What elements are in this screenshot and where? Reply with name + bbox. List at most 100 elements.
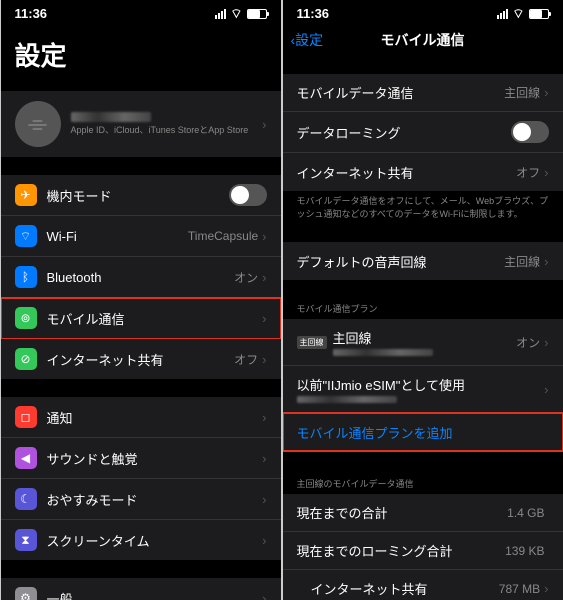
chevron-right-icon: › bbox=[544, 382, 548, 397]
chevron-right-icon: › bbox=[262, 270, 266, 285]
chevron-right-icon: › bbox=[544, 335, 548, 350]
row-value: 787 MB bbox=[499, 582, 540, 596]
row-label: モバイル通信 bbox=[47, 309, 263, 328]
row-icon: ◀ bbox=[15, 447, 37, 469]
row-label: インターネット共有 bbox=[47, 350, 235, 369]
row-icon: ᛒ bbox=[15, 266, 37, 288]
nav-title: モバイル通信 bbox=[381, 30, 465, 50]
chevron-right-icon: › bbox=[544, 165, 548, 180]
settings-row[interactable]: ☾ おやすみモード › bbox=[1, 479, 281, 520]
page-title: 設定 bbox=[1, 24, 281, 83]
profile-sub: Apple ID、iCloud、iTunes StoreとApp Store bbox=[71, 123, 253, 136]
settings-row[interactable]: ⊚ モバイル通信 › bbox=[1, 298, 281, 339]
signal-icon bbox=[497, 9, 508, 19]
chevron-right-icon: › bbox=[262, 591, 266, 600]
footer-text: モバイルデータ通信をオフにして、メール、Webブラウズ、プッシュ通知などのすべて… bbox=[283, 191, 563, 224]
row-value: 主回線 bbox=[504, 253, 540, 270]
row-value: 1.4 GB bbox=[507, 506, 544, 520]
row-label: 通知 bbox=[47, 408, 263, 427]
chevron-right-icon: › bbox=[262, 410, 266, 425]
settings-row[interactable]: ᛒ Bluetooth オン › bbox=[1, 257, 281, 298]
row-value: 139 KB bbox=[505, 544, 544, 558]
settings-row[interactable]: ✈ 機内モード bbox=[1, 175, 281, 216]
settings-row[interactable]: インターネット共有 787 MB › bbox=[283, 570, 563, 600]
settings-row[interactable]: 以前"IIJmio eSIM"として使用 › bbox=[283, 366, 563, 413]
chevron-right-icon: › bbox=[262, 117, 266, 132]
row-icon: ⧗ bbox=[15, 529, 37, 551]
row-value: 主回線 bbox=[504, 84, 540, 101]
settings-row[interactable]: ⌔ Wi-Fi TimeCapsule › bbox=[1, 216, 281, 257]
status-bar: 11:36 ⌔ bbox=[283, 0, 563, 24]
row-icon: ⊘ bbox=[15, 348, 37, 370]
settings-row[interactable]: 現在までの合計 1.4 GB bbox=[283, 494, 563, 532]
section-header: モバイル通信プラン bbox=[283, 298, 563, 319]
row-label: 機内モード bbox=[47, 186, 229, 205]
row-label: Bluetooth bbox=[47, 270, 235, 285]
battery-icon bbox=[529, 9, 549, 19]
row-label: 一般 bbox=[47, 589, 263, 600]
row-label: Wi-Fi bbox=[47, 229, 188, 244]
blurred-name bbox=[71, 112, 151, 122]
status-icons: ⌔ bbox=[497, 6, 548, 22]
apple-id-row[interactable]: ⌯ Apple ID、iCloud、iTunes StoreとApp Store… bbox=[1, 91, 281, 157]
chevron-right-icon: › bbox=[262, 311, 266, 326]
chevron-right-icon: › bbox=[262, 492, 266, 507]
chevron-right-icon: › bbox=[262, 352, 266, 367]
row-label: デフォルトの音声回線 bbox=[297, 252, 505, 271]
chevron-right-icon: › bbox=[544, 581, 548, 596]
chevron-right-icon: › bbox=[544, 85, 548, 100]
back-button[interactable]: ‹ 設定 bbox=[291, 30, 324, 50]
row-icon: ⊚ bbox=[15, 307, 37, 329]
settings-row[interactable]: ⊘ インターネット共有 オフ › bbox=[1, 339, 281, 379]
row-value: オン bbox=[516, 334, 540, 351]
settings-row[interactable]: ⧗ スクリーンタイム › bbox=[1, 520, 281, 560]
row-label: データローミング bbox=[297, 123, 511, 142]
row-label: 主回線 bbox=[333, 328, 517, 356]
chevron-right-icon: › bbox=[544, 254, 548, 269]
row-label: サウンドと触覚 bbox=[47, 449, 263, 468]
row-value: オフ bbox=[516, 164, 540, 181]
row-label: 現在までのローミング合計 bbox=[297, 541, 506, 560]
row-icon: ☾ bbox=[15, 488, 37, 510]
row-label: インターネット共有 bbox=[297, 163, 517, 182]
toggle[interactable] bbox=[229, 184, 267, 206]
row-value: オフ bbox=[234, 351, 258, 368]
settings-row[interactable]: インターネット共有 オフ › bbox=[283, 153, 563, 191]
profile-label: Apple ID、iCloud、iTunes StoreとApp Store bbox=[71, 112, 253, 136]
row-label: 以前"IIJmio eSIM"として使用 bbox=[297, 375, 545, 403]
avatar-icon: ⌯ bbox=[15, 101, 61, 147]
row-value: オン bbox=[234, 269, 258, 286]
toggle[interactable] bbox=[511, 121, 549, 143]
chevron-right-icon: › bbox=[262, 533, 266, 548]
chevron-right-icon: › bbox=[262, 229, 266, 244]
row-label: モバイルデータ通信 bbox=[297, 83, 505, 102]
row-label: インターネット共有 bbox=[311, 579, 499, 598]
time: 11:36 bbox=[297, 6, 330, 22]
row-icon: ⚙ bbox=[15, 587, 37, 600]
row-label: おやすみモード bbox=[47, 490, 263, 509]
time: 11:36 bbox=[15, 6, 48, 22]
settings-row[interactable]: モバイル通信プランを追加 bbox=[283, 413, 563, 451]
wifi-icon: ⌔ bbox=[512, 6, 524, 22]
settings-row[interactable]: デフォルトの音声回線 主回線 › bbox=[283, 242, 563, 280]
settings-row[interactable]: ⚙ 一般 › bbox=[1, 578, 281, 600]
settings-row[interactable]: モバイルデータ通信 主回線 › bbox=[283, 74, 563, 112]
settings-screen-left: 11:36 ⌔ 設定 ⌯ Apple ID、iCloud、iTunes Stor… bbox=[1, 0, 281, 600]
row-value: TimeCapsule bbox=[188, 229, 258, 243]
settings-row[interactable]: 現在までのローミング合計 139 KB bbox=[283, 532, 563, 570]
settings-row[interactable]: 主回線主回線 オン› bbox=[283, 319, 563, 366]
row-icon: ◻ bbox=[15, 406, 37, 428]
battery-icon bbox=[247, 9, 267, 19]
settings-row[interactable]: ◻ 通知 › bbox=[1, 397, 281, 438]
row-icon: ⌔ bbox=[15, 225, 37, 247]
nav-bar: ‹ 設定 モバイル通信 bbox=[283, 24, 563, 56]
wifi-icon: ⌔ bbox=[230, 6, 242, 22]
row-label: 現在までの合計 bbox=[297, 503, 508, 522]
row-icon: ✈ bbox=[15, 184, 37, 206]
row-label: スクリーンタイム bbox=[47, 531, 263, 550]
settings-row[interactable]: データローミング bbox=[283, 112, 563, 153]
settings-row[interactable]: ◀ サウンドと触覚 › bbox=[1, 438, 281, 479]
section-header: 主回線のモバイルデータ通信 bbox=[283, 473, 563, 494]
chevron-right-icon: › bbox=[262, 451, 266, 466]
row-label: モバイル通信プランを追加 bbox=[297, 423, 549, 442]
